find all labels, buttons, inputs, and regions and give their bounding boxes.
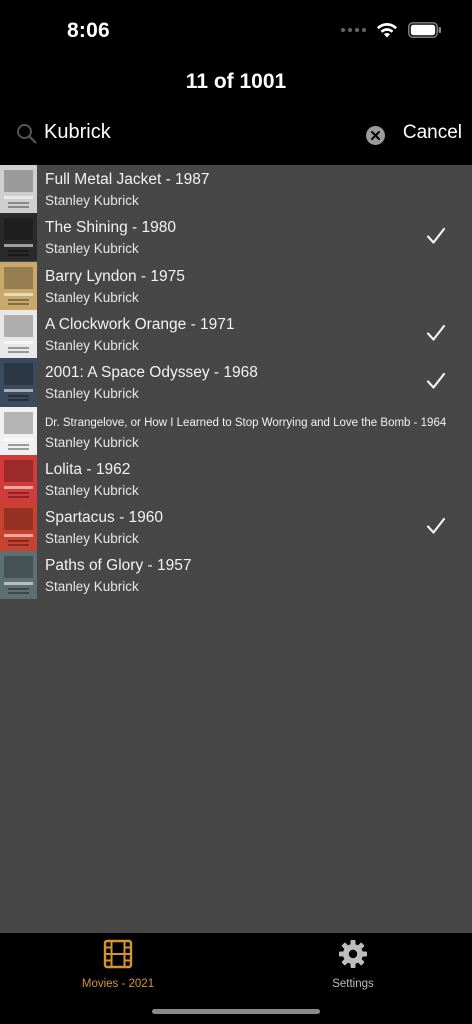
result-count-title: 11 of 1001: [185, 70, 287, 93]
tab-movies[interactable]: Movies - 2021: [58, 939, 178, 990]
search-input[interactable]: Kubrick: [44, 121, 111, 144]
movie-poster-thumbnail: [0, 358, 37, 407]
checkmark-icon: [426, 517, 446, 534]
movie-row[interactable]: Barry Lyndon - 1975 Stanley Kubrick: [0, 261, 472, 310]
movie-title: 2001: A Space Odyssey - 1968: [45, 364, 258, 382]
movie-director: Stanley Kubrick: [45, 193, 139, 208]
gear-icon: [339, 940, 367, 968]
tab-settings[interactable]: Settings: [293, 939, 413, 990]
movie-poster-thumbnail: [0, 309, 37, 358]
search-bar: Kubrick Cancel: [0, 112, 472, 156]
status-bar: 8:06: [0, 0, 472, 62]
movie-director: Stanley Kubrick: [45, 241, 139, 257]
home-indicator: [152, 1009, 320, 1014]
movie-row[interactable]: Paths of Glory - 1957 Stanley Kubrick: [0, 551, 472, 600]
movie-title: The Shining - 1980: [45, 219, 176, 237]
cellular-signal-icon: [341, 28, 366, 32]
movie-title: A Clockwork Orange - 1971: [45, 315, 235, 333]
movie-poster-thumbnail: [0, 551, 37, 600]
movie-title: Lolita - 1962: [45, 460, 131, 478]
movie-poster-thumbnail: [0, 261, 37, 310]
status-time: 8:06: [67, 19, 110, 42]
movie-row[interactable]: Full Metal Jacket - 1987 Stanley Kubrick: [0, 165, 472, 213]
search-icon: [17, 124, 37, 144]
film-icon: [103, 939, 133, 969]
movie-title: Dr. Strangelove, or How I Learned to Sto…: [45, 416, 447, 429]
battery-icon: [408, 22, 441, 38]
movie-row[interactable]: The Shining - 1980 Stanley Kubrick: [0, 213, 472, 262]
movie-director: Stanley Kubrick: [45, 289, 139, 305]
movie-poster-thumbnail: [0, 213, 37, 262]
movie-poster-thumbnail: [0, 406, 37, 455]
tab-movies-label: Movies - 2021: [81, 978, 155, 990]
movie-list: Full Metal Jacket - 1987 Stanley Kubrick T…: [0, 165, 472, 933]
checkmark-icon: [426, 228, 446, 244]
movie-director: Stanley Kubrick: [45, 337, 139, 353]
clear-search-icon[interactable]: [366, 126, 385, 145]
movie-title: Full Metal Jacket - 1987: [45, 171, 210, 188]
movie-director: Stanley Kubrick: [45, 579, 139, 595]
checkmark-icon: [426, 324, 446, 341]
movie-poster-thumbnail: [0, 503, 37, 552]
checkmark-icon: [426, 373, 446, 389]
movie-director: Stanley Kubrick: [45, 482, 139, 498]
cancel-button[interactable]: Cancel: [403, 122, 462, 144]
movie-director: Stanley Kubrick: [45, 386, 139, 402]
movie-row[interactable]: Spartacus - 1960 Stanley Kubrick: [0, 503, 472, 552]
movie-title: Barry Lyndon - 1975: [45, 267, 185, 285]
movie-title: Spartacus - 1960: [45, 509, 164, 527]
wifi-icon: [377, 22, 397, 38]
movie-poster-thumbnail: [0, 454, 37, 503]
movie-row[interactable]: 2001: A Space Odyssey - 1968 Stanley Kubr…: [0, 358, 472, 407]
movie-director: Stanley Kubrick: [45, 434, 139, 450]
tab-settings-label: Settings: [332, 978, 374, 990]
movie-row[interactable]: Dr. Strangelove, or How I Learned to Sto…: [0, 406, 472, 455]
status-indicators: [341, 22, 442, 38]
movie-poster-thumbnail: [0, 165, 37, 213]
movie-title: Paths of Glory - 1957: [45, 557, 192, 575]
movie-director: Stanley Kubrick: [45, 531, 139, 547]
movie-row[interactable]: Lolita - 1962 Stanley Kubrick: [0, 454, 472, 503]
movie-row[interactable]: A Clockwork Orange - 1971 Stanley Kubrick: [0, 309, 472, 358]
